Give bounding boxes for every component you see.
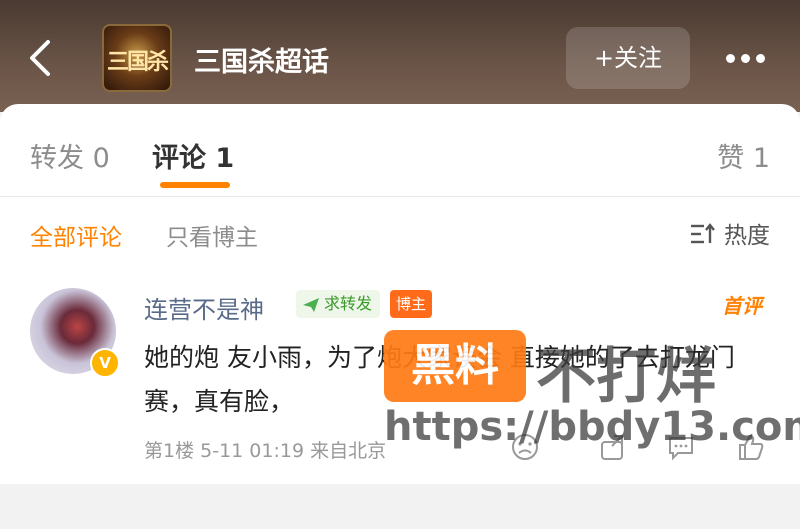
logo-text: 三国杀 xyxy=(106,49,169,75)
comment-meta: 第1楼 5-11 01:19 来自北京 xyxy=(144,440,387,462)
repost-tag-label: 求转发 xyxy=(324,294,373,313)
supertopic-logo[interactable]: 三国杀 xyxy=(102,24,172,92)
top-bar: 三国杀 三国杀超话 +关注 xyxy=(0,0,800,112)
tab-bar: 转发 0 评论 1 赞 1 xyxy=(0,104,800,197)
watermark-text: 不打烊 xyxy=(536,342,716,412)
tab-like[interactable]: 赞 1 xyxy=(717,136,770,175)
repost-plane-icon xyxy=(303,297,319,312)
sort-icon[interactable] xyxy=(690,222,716,246)
verified-badge: V xyxy=(90,348,120,378)
bottom-area xyxy=(0,484,800,529)
tab-repost[interactable]: 转发 0 xyxy=(30,136,110,175)
follow-button[interactable]: +关注 xyxy=(566,27,690,89)
filter-owner-only[interactable]: 只看博主 xyxy=(166,218,258,252)
filter-all-comments[interactable]: 全部评论 xyxy=(30,218,122,252)
watermark-url: https://bbdy13.com xyxy=(384,404,800,450)
active-tab-indicator xyxy=(160,182,230,188)
owner-tag: 博主 xyxy=(390,290,433,318)
more-icon[interactable] xyxy=(726,48,774,64)
comment-username[interactable]: 连营不是神 xyxy=(144,290,264,325)
sort-hot-button[interactable]: 热度 xyxy=(724,216,770,250)
repost-request-tag[interactable]: 求转发 xyxy=(296,290,381,318)
tab-comment[interactable]: 评论 1 xyxy=(152,136,234,175)
page-title: 三国杀超话 xyxy=(194,47,329,78)
watermark-badge: 黑料 xyxy=(384,330,526,402)
first-comment-badge: 首评 xyxy=(722,294,762,318)
back-icon[interactable] xyxy=(22,36,62,80)
